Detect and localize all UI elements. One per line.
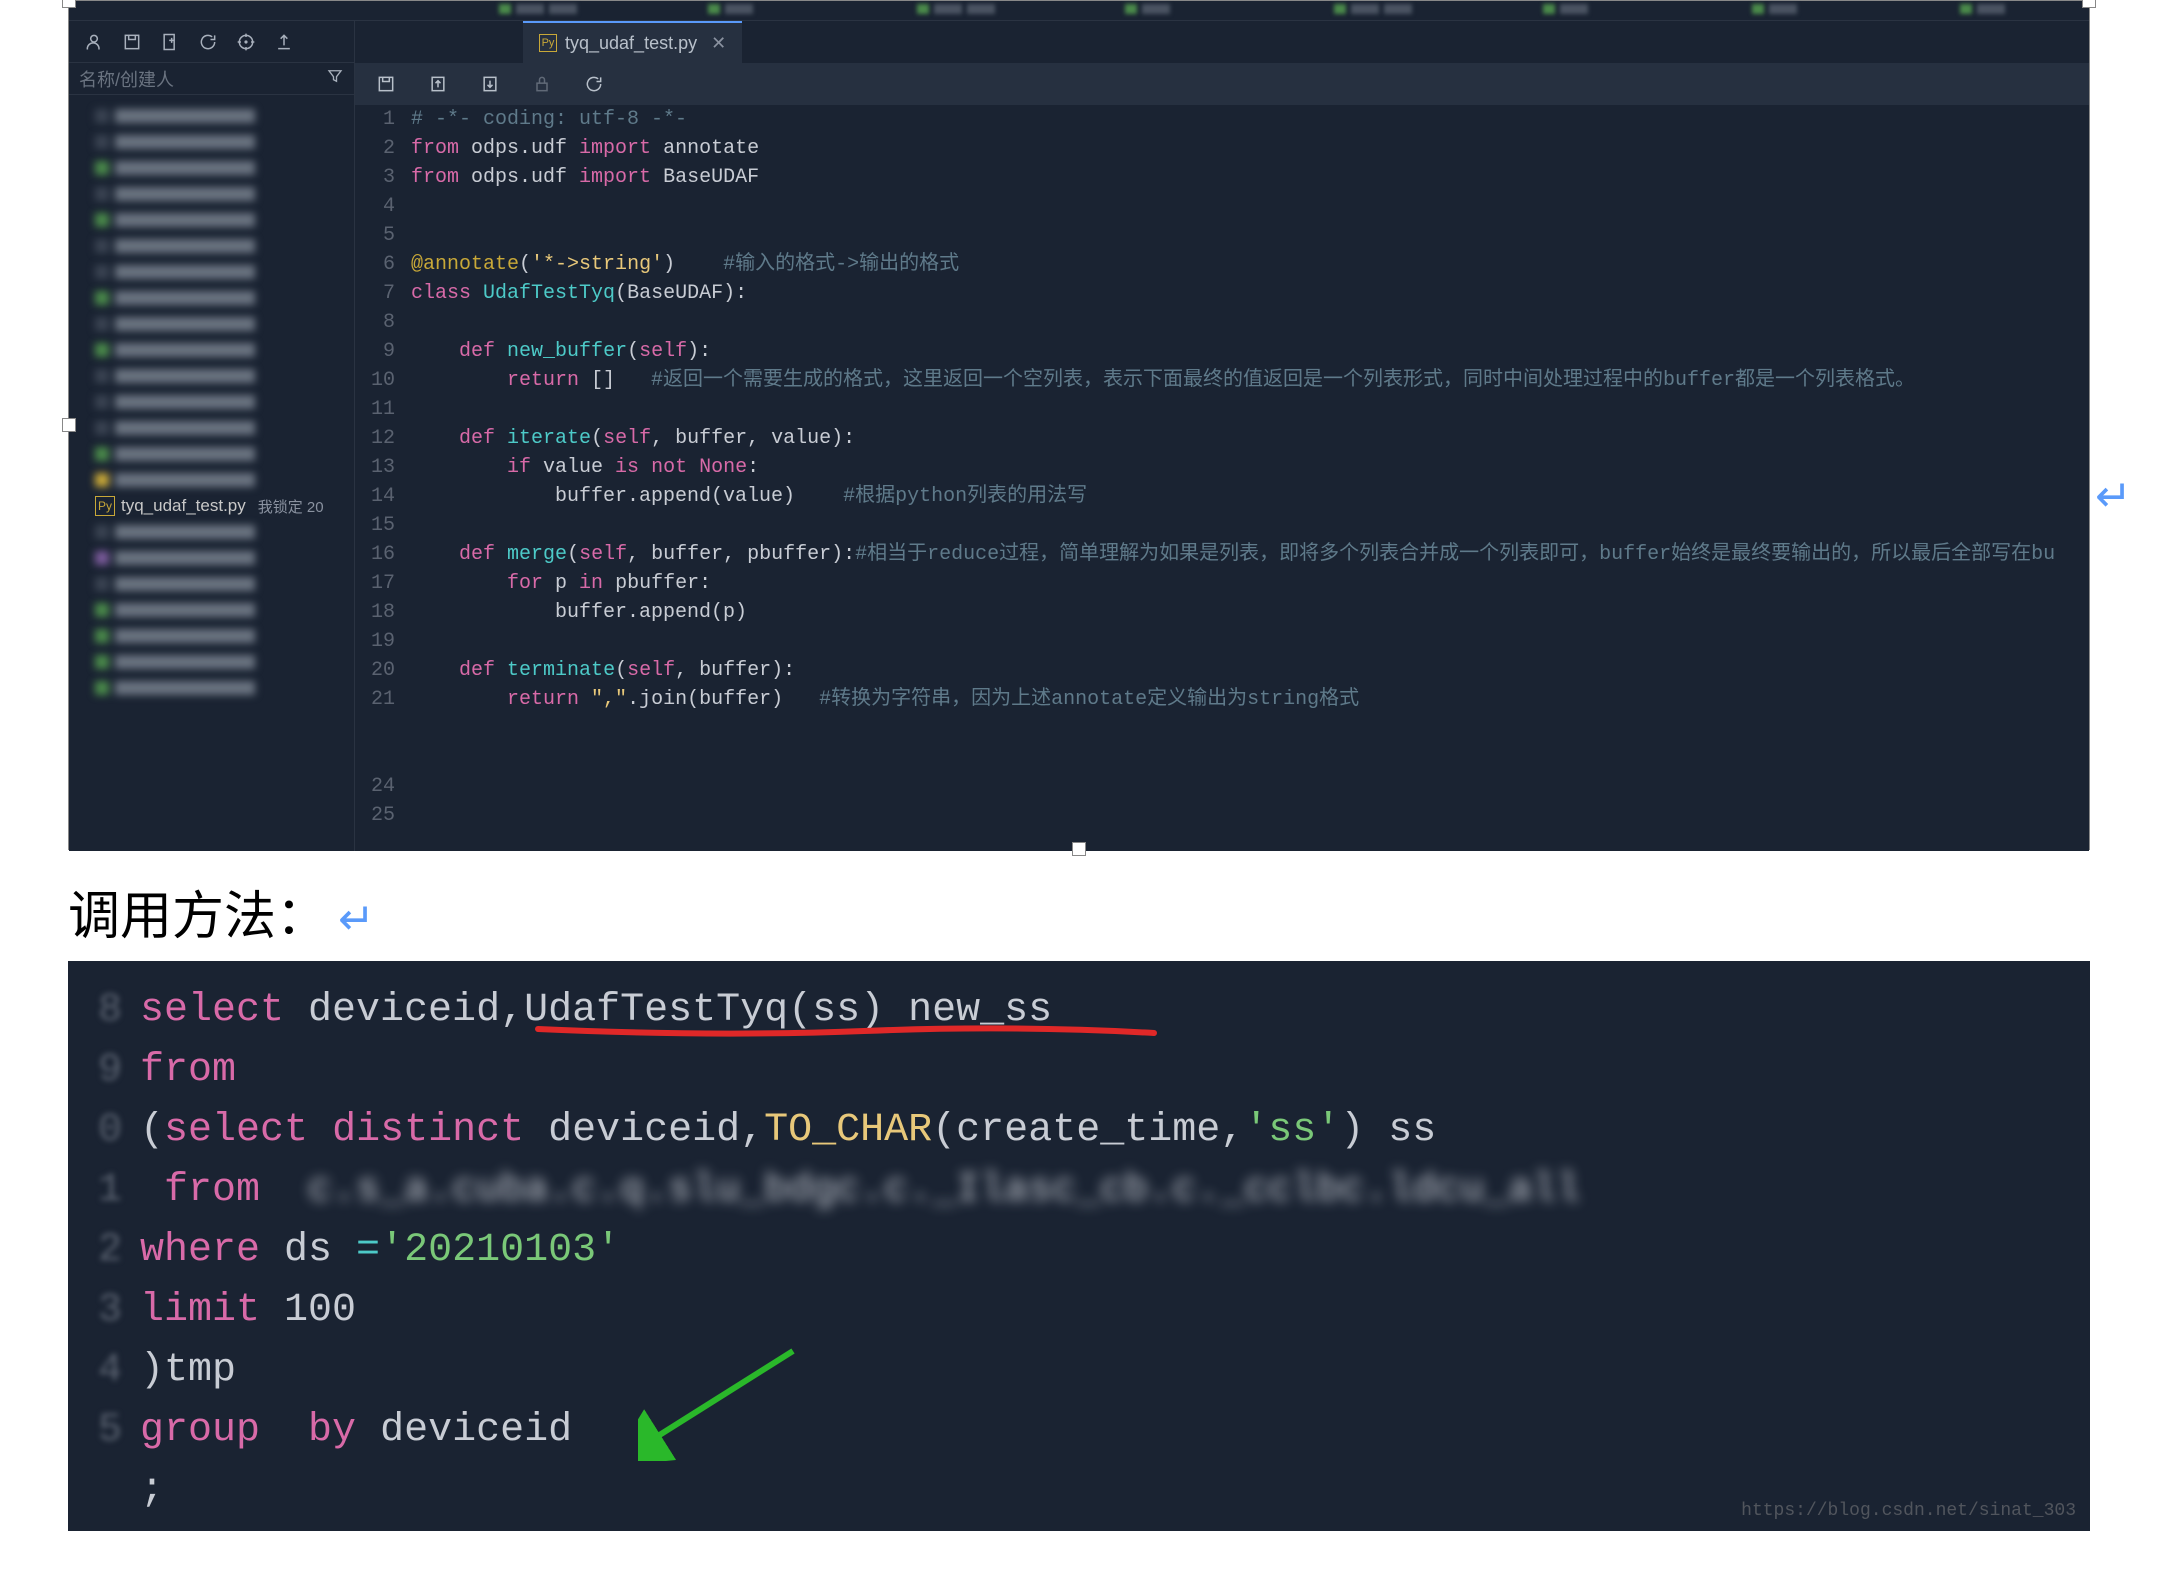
python-file-icon: Py [539,34,557,52]
menu-item-blurred [499,4,628,18]
file-name: tyq_udaf_test.py [121,496,246,516]
resize-handle[interactable] [2082,0,2096,8]
file-tree: Py tyq_udaf_test.py 我锁定 20 [69,95,354,851]
menu-item-blurred [1334,4,1463,18]
tree-item-blurred[interactable] [69,519,354,545]
sql-editor: 89012345 select deviceid,UdafTestTyq(ss)… [68,961,2090,1531]
tree-item-blurred[interactable] [69,389,354,415]
lock-label: 我锁定 20 [258,496,324,517]
section-title-text: 调用方法： [68,888,328,946]
editor-tabs: Py tyq_udaf_test.py ✕ [355,21,2089,63]
menu-item-blurred [708,4,837,18]
user-icon[interactable] [83,31,105,53]
tree-item-blurred[interactable] [69,649,354,675]
lock-icon [531,73,553,95]
tree-item-blurred[interactable] [69,441,354,467]
close-icon[interactable]: ✕ [711,33,726,54]
return-symbol-icon: ↵ [2095,472,2132,521]
tree-item-blurred[interactable] [69,415,354,441]
tree-item-blurred[interactable] [69,155,354,181]
line-number-gutter: 1234567891011121314151617181920212425 [355,105,411,851]
tree-item-blurred[interactable] [69,675,354,701]
python-file-icon: Py [95,496,115,516]
section-title: 调用方法：↵ [0,850,2158,961]
resize-handle[interactable] [1072,842,1086,856]
tree-item-blurred[interactable] [69,181,354,207]
sql-content[interactable]: select deviceid,UdafTestTyq(ss) new_ssfr… [140,981,2090,1521]
tree-item-blurred[interactable] [69,467,354,493]
tree-item-blurred[interactable] [69,103,354,129]
menu-item-blurred [1543,4,1672,18]
search-placeholder: 名称/创建人 [79,66,174,92]
save-icon[interactable] [121,31,143,53]
tree-item-current-file[interactable]: Py tyq_udaf_test.py 我锁定 20 [69,493,354,519]
menu-item-blurred [1125,4,1254,18]
tree-item-blurred[interactable] [69,623,354,649]
tree-item-blurred[interactable] [69,207,354,233]
tree-item-blurred[interactable] [69,311,354,337]
tree-item-blurred[interactable] [69,337,354,363]
save-icon[interactable] [375,73,397,95]
return-symbol-icon: ↵ [338,895,375,944]
new-file-icon[interactable] [159,31,181,53]
tab-filename: tyq_udaf_test.py [565,33,697,54]
tree-item-blurred[interactable] [69,129,354,155]
tree-item-blurred[interactable] [69,363,354,389]
menu-item-blurred [1960,4,2089,18]
code-editor[interactable]: 1234567891011121314151617181920212425 # … [355,105,2089,851]
top-menubar [69,1,2089,21]
refresh-icon[interactable] [583,73,605,95]
download-icon[interactable] [479,73,501,95]
ide-window: 名称/创建人 [68,0,2090,850]
sidebar-search[interactable]: 名称/创建人 [69,63,354,95]
sidebar-toolbar [69,21,354,63]
filter-icon[interactable] [326,67,344,90]
watermark: https://blog.csdn.net/sinat_303 [1741,1501,2076,1521]
refresh-icon[interactable] [197,31,219,53]
editor-toolbar [355,63,2089,105]
explorer-sidebar: 名称/创建人 [69,21,355,851]
upload-icon[interactable] [273,31,295,53]
tree-item-blurred[interactable] [69,259,354,285]
target-icon[interactable] [235,31,257,53]
line-number-gutter: 89012345 [68,981,140,1521]
code-content[interactable]: # -*- coding: utf-8 -*-from odps.udf imp… [411,105,2089,851]
menu-item-blurred [1752,4,1881,18]
menu-item-blurred [917,4,1046,18]
tree-item-blurred[interactable] [69,233,354,259]
tab-current-file[interactable]: Py tyq_udaf_test.py ✕ [523,21,742,63]
resize-handle[interactable] [62,0,76,8]
editor-area: Py tyq_udaf_test.py ✕ 123456789101112131… [355,21,2089,851]
tree-item-blurred[interactable] [69,285,354,311]
tree-item-blurred[interactable] [69,545,354,571]
tree-item-blurred[interactable] [69,597,354,623]
submit-icon[interactable] [427,73,449,95]
tree-item-blurred[interactable] [69,571,354,597]
